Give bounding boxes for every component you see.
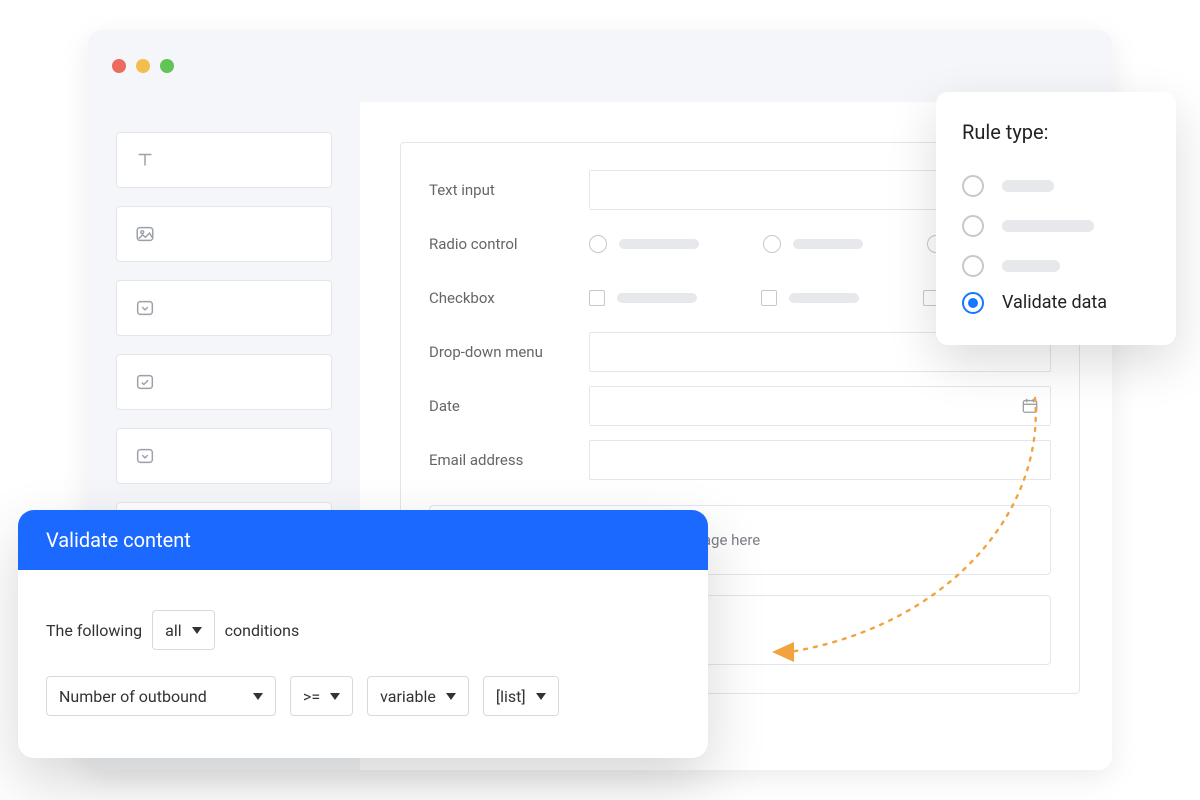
placeholder-skeleton: [1002, 220, 1094, 232]
row-email: Email address: [429, 433, 1051, 487]
chevron-down-icon: [536, 693, 546, 700]
chevron-down-box-icon: [133, 296, 157, 320]
chevron-down-icon: [253, 693, 263, 700]
radio-icon: [962, 255, 984, 277]
palette-item-select[interactable]: [116, 428, 332, 484]
card-body: The following all conditions Number of o…: [18, 570, 708, 758]
chevron-down-icon: [330, 693, 340, 700]
radio-icon: [763, 235, 781, 253]
email-input[interactable]: [589, 440, 1051, 480]
conditions-prefix: The following: [46, 621, 142, 640]
radio-icon: [962, 215, 984, 237]
zoom-window-button[interactable]: [160, 59, 174, 73]
checkbox-option[interactable]: [761, 290, 859, 306]
conditions-scope-row: The following all conditions: [46, 610, 680, 650]
placeholder-skeleton: [789, 293, 859, 303]
value-picker[interactable]: [list]: [483, 676, 559, 716]
date-input[interactable]: [589, 386, 1051, 426]
text-icon: [133, 148, 157, 172]
placeholder-skeleton: [1002, 180, 1054, 192]
palette-item-image[interactable]: [116, 206, 332, 262]
rule-type-option[interactable]: [962, 166, 1152, 206]
value-value: [list]: [496, 687, 526, 706]
calendar-icon: [1020, 396, 1040, 420]
chevron-down-icon: [192, 627, 202, 634]
radio-icon: [962, 175, 984, 197]
rule-type-option-validate-data[interactable]: Validate data: [962, 292, 1152, 315]
rule-type-label: Validate data: [1002, 292, 1107, 315]
value-type-picker[interactable]: variable: [367, 676, 469, 716]
chevron-down-icon: [446, 693, 456, 700]
scope-value: all: [165, 621, 181, 640]
row-label: Email address: [429, 451, 589, 469]
palette-item-checkbox[interactable]: [116, 354, 332, 410]
row-label: Radio control: [429, 235, 589, 253]
row-label: Drop-down menu: [429, 343, 589, 361]
field-value: Number of outbound: [59, 687, 207, 706]
chevron-down-box-icon: [133, 444, 157, 468]
radio-option[interactable]: [589, 235, 699, 253]
palette-item-dropdown[interactable]: [116, 280, 332, 336]
row-field: [589, 440, 1051, 480]
image-icon: [133, 222, 157, 246]
palette-item-text[interactable]: [116, 132, 332, 188]
placeholder-skeleton: [1002, 260, 1060, 272]
minimize-window-button[interactable]: [136, 59, 150, 73]
rule-type-option[interactable]: [962, 246, 1152, 286]
checkbox-icon: [589, 290, 605, 306]
scope-picker[interactable]: all: [152, 610, 214, 650]
row-label: Text input: [429, 181, 589, 199]
checkbox-option[interactable]: [589, 290, 697, 306]
row-field: [589, 386, 1051, 426]
value-type-value: variable: [380, 687, 436, 706]
operator-value: >=: [303, 687, 320, 706]
operator-picker[interactable]: >=: [290, 676, 353, 716]
popover-title: Rule type:: [962, 120, 1152, 144]
radio-icon: [589, 235, 607, 253]
radio-option[interactable]: [763, 235, 863, 253]
conditions-suffix: conditions: [225, 621, 300, 640]
rule-type-popover: Rule type: Validate data: [936, 92, 1176, 345]
validate-content-card: Validate content The following all condi…: [18, 510, 708, 758]
condition-row: Number of outbound >= variable [list]: [46, 676, 680, 716]
row-date: Date: [429, 379, 1051, 433]
checkbox-icon: [761, 290, 777, 306]
row-label: Date: [429, 397, 589, 415]
field-picker[interactable]: Number of outbound: [46, 676, 276, 716]
radio-selected-icon: [962, 292, 984, 314]
check-box-icon: [133, 370, 157, 394]
row-label: Checkbox: [429, 289, 589, 307]
card-header: Validate content: [18, 510, 708, 570]
placeholder-skeleton: [617, 293, 697, 303]
placeholder-skeleton: [619, 239, 699, 249]
close-window-button[interactable]: [112, 59, 126, 73]
rule-type-option[interactable]: [962, 206, 1152, 246]
placeholder-skeleton: [793, 239, 863, 249]
